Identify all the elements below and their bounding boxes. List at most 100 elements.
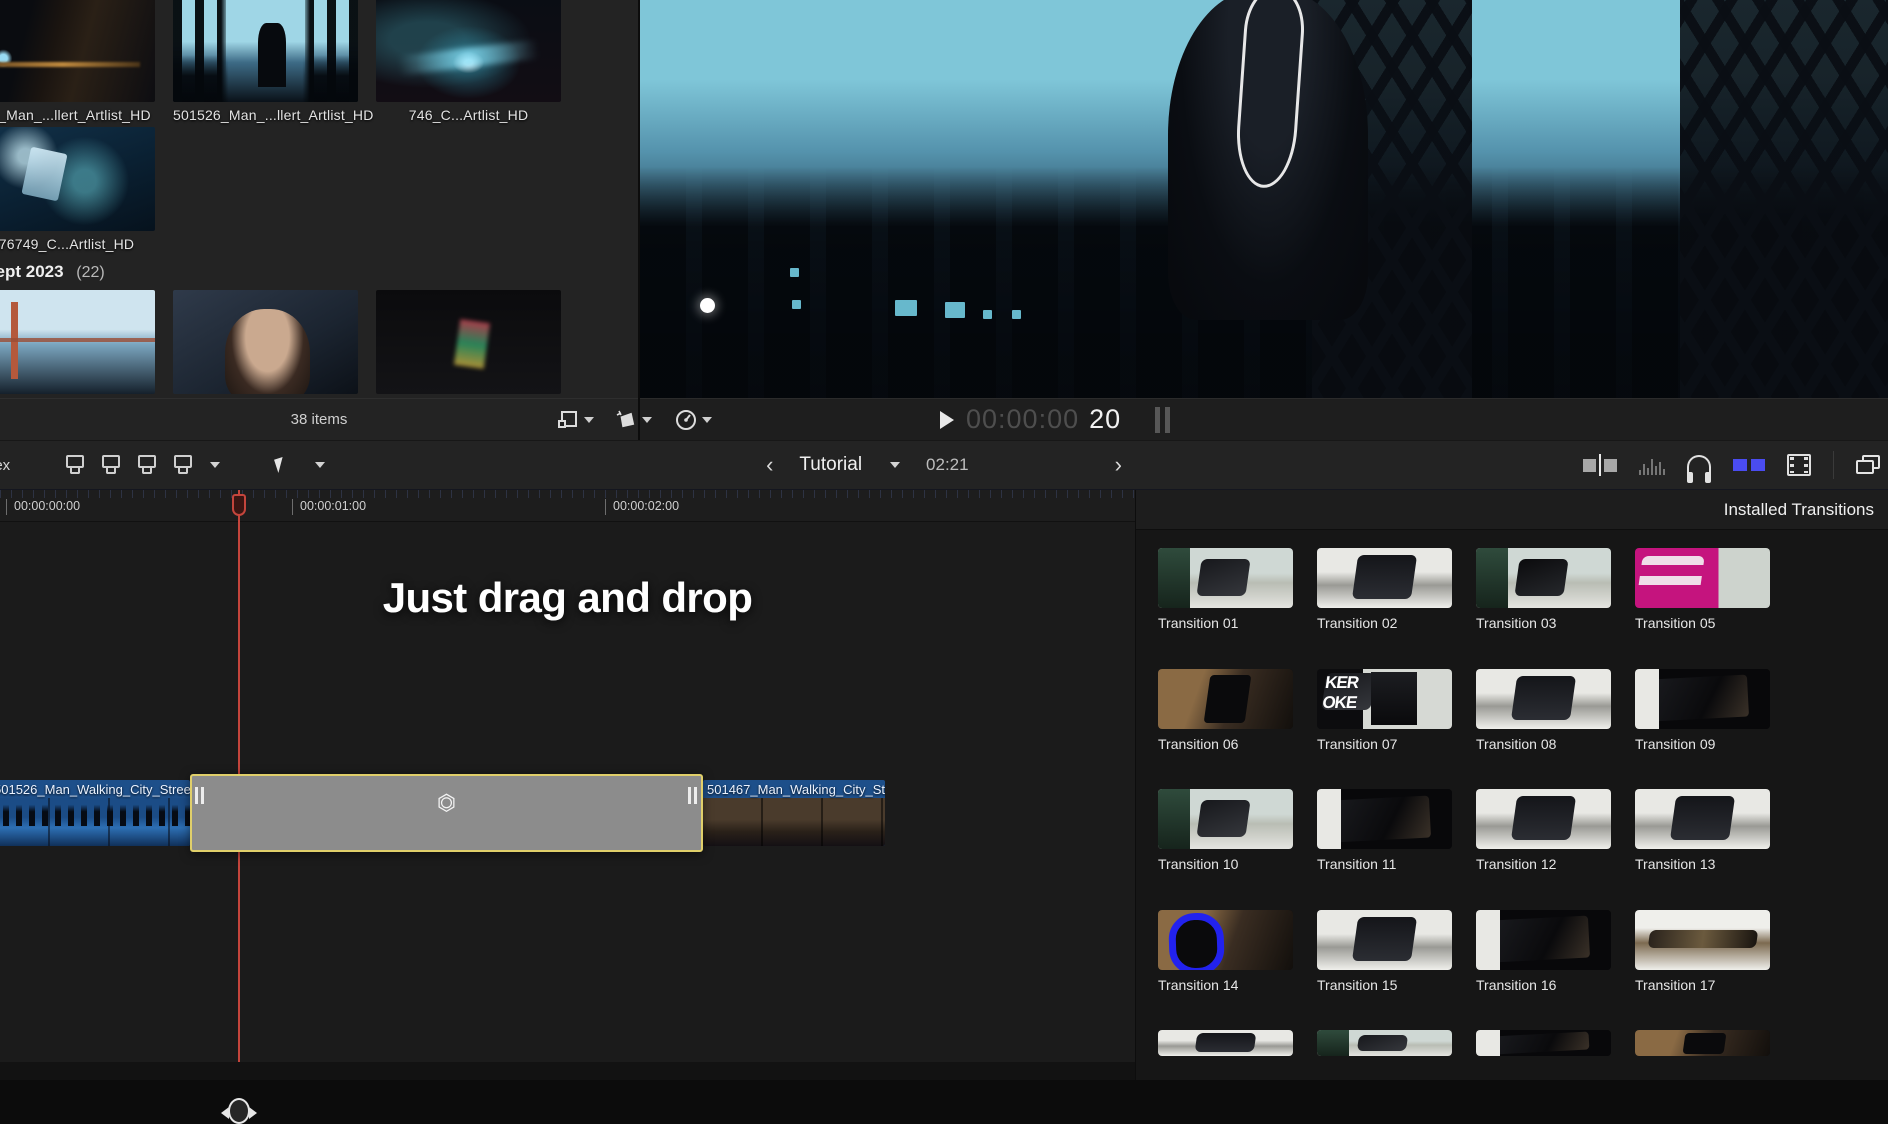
viewer-transport[interactable]: 00:00:00 20 [940,404,1171,435]
timeline-toolbar[interactable]: dex ‹ Tutorial 02:21 › [0,440,1888,490]
media-pool-item[interactable] [173,290,358,394]
transition-tile[interactable]: Transition 03 [1476,548,1611,655]
media-pool-item[interactable]: 501526_Man_...llert_Artlist_HD [173,0,373,123]
timeline-name-label[interactable]: Tutorial [799,454,862,476]
transition-right-handle[interactable] [688,787,697,804]
snapping-icon[interactable] [1583,454,1617,476]
playhead-handle[interactable] [232,494,246,516]
transitions-grid[interactable]: Transition 01 Transition 02 Transition 0… [1136,530,1888,1080]
transition-tile[interactable]: Transition 13 [1635,789,1770,896]
prev-timeline-button[interactable]: ‹ [766,452,773,478]
timeline-clip-left[interactable]: 501526_Man_Walking_City_Street_By... [0,780,190,846]
clip-thumbnail[interactable] [0,0,155,102]
magic-wand-glyph [616,410,635,427]
timeline-transition[interactable]: ⏣ [190,774,703,852]
transform-glyph [558,410,577,428]
transition-preview [1317,789,1452,850]
edit-mode-overwrite-icon[interactable] [136,455,158,475]
transition-tile[interactable]: Transition 07 [1317,668,1452,776]
clip-thumbnail[interactable] [0,290,155,394]
viewer-toolbar[interactable]: 00:00:00 20 [558,398,1888,440]
filmstrip-view-icon[interactable] [1787,454,1811,476]
edit-mode-normal-icon[interactable] [64,455,86,475]
clip-thumbnail[interactable] [173,290,358,394]
clip-thumbnail[interactable] [0,127,155,231]
transition-preview [1317,909,1452,970]
media-pool-item[interactable]: 746_C...Artlist_HD [376,0,561,123]
timeline-ruler[interactable]: 00:00:00:00 00:00:01:00 00:00:02:00 [0,490,1135,522]
speed-change-icon[interactable] [670,406,716,434]
transition-tile[interactable]: Transition 08 [1476,668,1611,776]
chevron-down-icon[interactable] [702,416,712,423]
chevron-down-icon[interactable] [315,462,326,468]
clip-thumbnail[interactable] [376,290,561,394]
transition-label: Transition 15 [1317,976,1398,993]
next-timeline-button[interactable]: › [1115,452,1122,478]
window-light [1012,310,1021,319]
transition-tile[interactable]: Transition 06 [1158,668,1293,776]
transitions-panel[interactable]: Installed Transitions Transition 01 Tran… [1135,490,1888,1080]
video-track-1[interactable]: 501526_Man_Walking_City_Street_By... 501… [0,774,1135,1124]
timeline-tracks-area[interactable]: Just drag and drop 501526_Man_Walking_Ci… [0,522,1135,1124]
clip-thumbnail[interactable] [376,0,561,102]
media-pool-item[interactable]: 467_Man_...llert_Artlist_HD [0,0,155,123]
transition-left-handle[interactable] [195,787,204,804]
transition-tile[interactable]: Transition 09 [1635,668,1770,776]
transition-label: Transition 06 [1158,735,1239,752]
transition-tile[interactable]: Transition 05 [1635,548,1770,655]
edit-mode-tools [64,455,326,475]
media-pool-item[interactable]: 676749_C...Artlist_HD [0,127,155,252]
media-pool-item[interactable] [376,290,561,394]
transition-tile[interactable] [1317,1030,1452,1080]
clip-name-label: 746_C...Artlist_HD [408,107,529,123]
transition-tile[interactable]: Transition 16 [1476,909,1611,1017]
selection-arrow-icon[interactable] [274,456,288,474]
transition-tile[interactable]: Transition 01 [1158,548,1293,655]
transition-label: Transition 14 [1158,976,1239,993]
viewer-timecode[interactable]: 00:00:00 20 [966,404,1121,435]
transition-preview [1635,909,1770,970]
transform-icon[interactable] [554,407,598,433]
transition-tile[interactable]: Transition 02 [1317,548,1452,655]
transition-tile[interactable] [1635,1030,1770,1080]
media-pool-item[interactable] [0,290,155,394]
media-pool[interactable]: 467_Man_...llert_Artlist_HD 501526_Man_.… [0,0,638,398]
timeline-panel[interactable]: 00:00:00:00 00:00:01:00 00:00:02:00 Just… [0,490,1135,1124]
index-panel-label[interactable]: dex [0,457,10,474]
timeline-bottom-bar [0,1062,1135,1080]
magic-wand-icon[interactable] [612,407,656,433]
highlight-dot [700,298,715,313]
edit-mode-insert-icon[interactable] [100,455,122,475]
transition-preview [1317,668,1452,729]
window-light [790,268,799,277]
headphone-monitor-icon[interactable] [1687,455,1711,483]
transition-tile[interactable]: Transition 15 [1317,909,1452,1017]
transition-tile[interactable]: Transition 17 [1635,909,1770,1017]
timeline-viewer[interactable] [640,0,1888,398]
flags-markers-icon[interactable] [1733,459,1765,471]
timeline-duration-label: 02:21 [926,455,969,474]
transition-preview [1476,909,1611,970]
transition-tile[interactable]: Transition 11 [1317,789,1452,896]
ruler-timecode: 00:00:01:00 [292,499,366,515]
date-group-label: 9 Sept 2023 [0,262,64,281]
edit-mode-replace-icon[interactable] [172,455,194,475]
clip-thumbnail[interactable] [173,0,358,102]
chevron-down-icon[interactable] [890,462,901,468]
pause-icon[interactable] [1155,406,1171,433]
chevron-down-icon[interactable] [210,462,221,468]
transition-tile[interactable] [1158,1030,1293,1080]
transition-tile[interactable]: Transition 10 [1158,789,1293,896]
toolbar-divider [1833,451,1834,479]
clip-thumbnail-strip [703,798,885,846]
transition-tile[interactable]: Transition 12 [1476,789,1611,896]
transition-tile[interactable]: Transition 14 [1158,909,1293,1017]
play-icon[interactable] [940,410,954,429]
audio-waveform-icon[interactable] [1639,455,1665,475]
chevron-down-icon[interactable] [584,416,594,423]
chevron-down-icon[interactable] [642,416,652,423]
media-pool-date-group[interactable]: 9 Sept 2023 (22) [0,256,638,286]
transition-tile[interactable] [1476,1030,1611,1080]
timeline-clip-right[interactable]: 501467_Man_Walking_City_Str... [703,780,885,846]
panel-layout-icon[interactable] [1856,455,1882,475]
